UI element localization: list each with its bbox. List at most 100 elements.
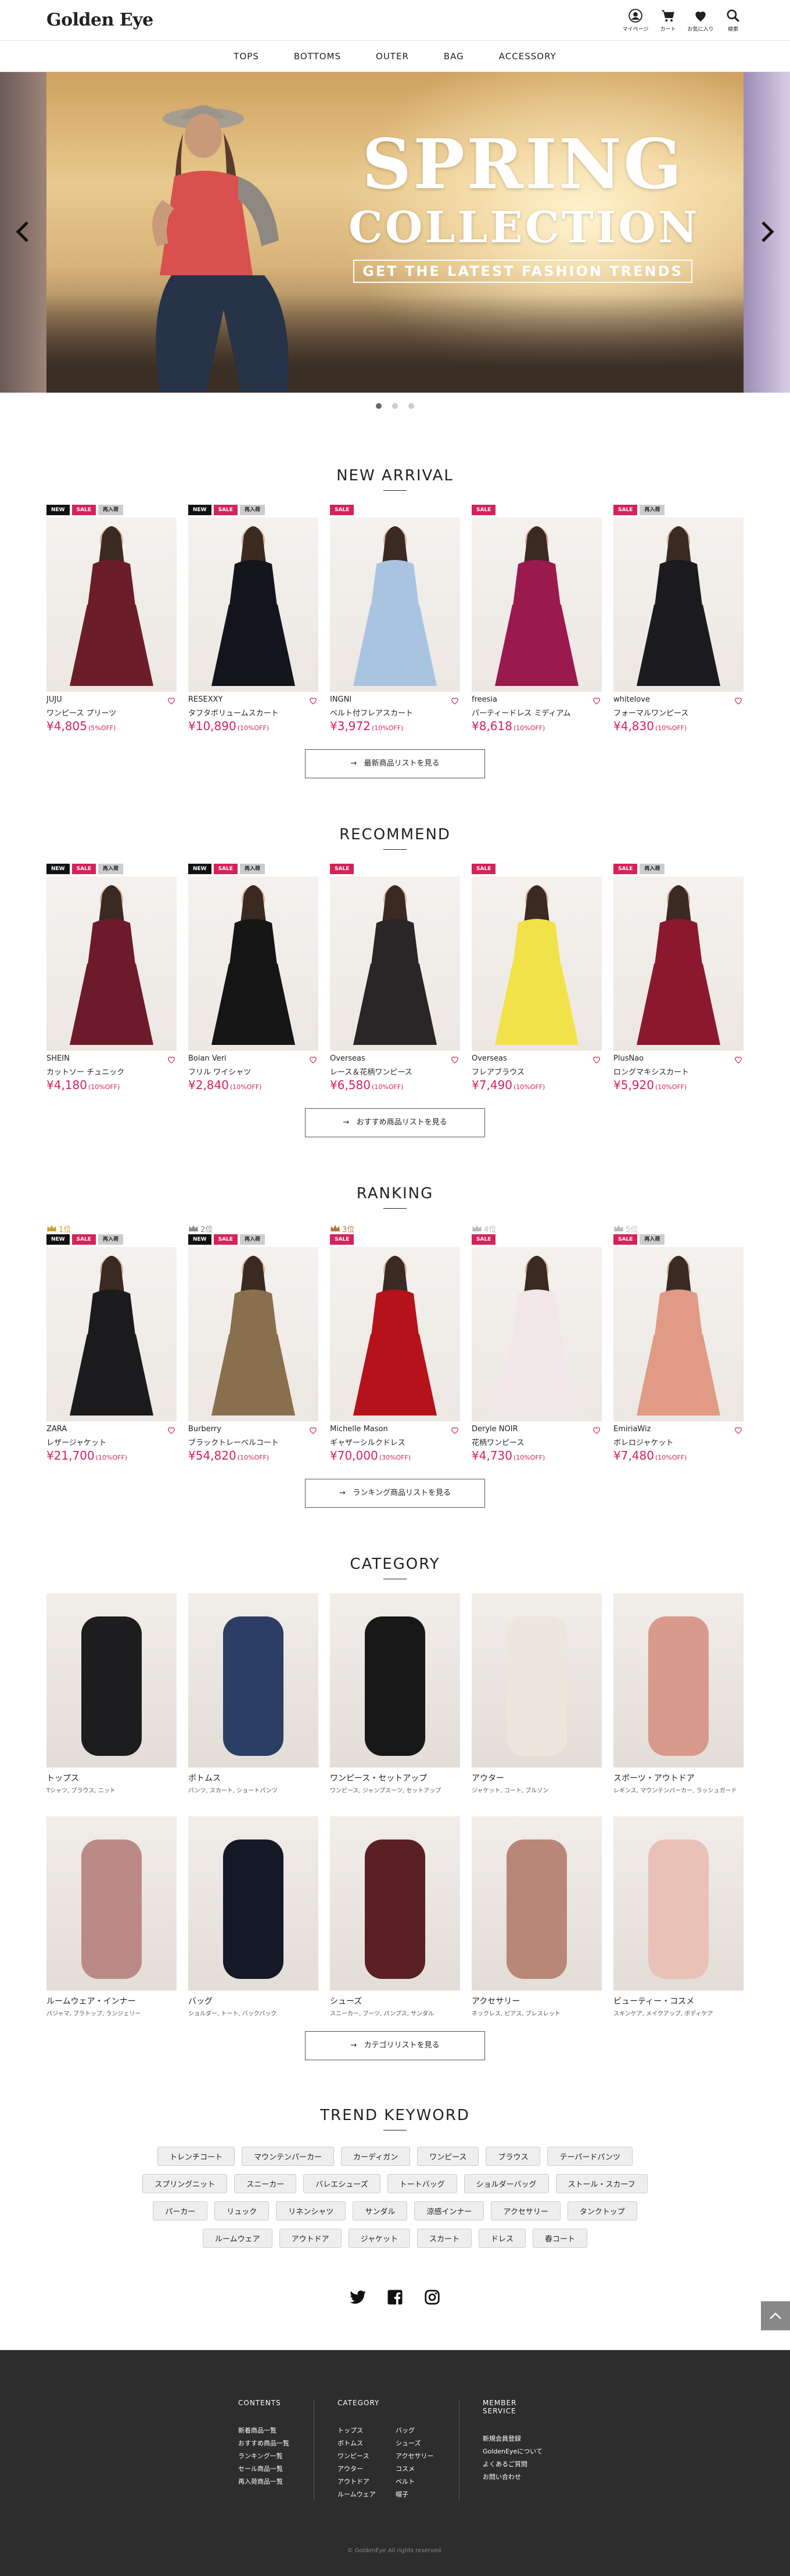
- favorite-heart-icon[interactable]: [591, 1425, 602, 1435]
- category-card[interactable]: ビューティー・コスメ スキンケア, メイクアップ, ボディケア: [613, 1816, 744, 2017]
- product-card[interactable]: NEW SALE 再入荷 SHEIN カットソー チュニック ¥4,180 (10%OFF): [46, 864, 177, 1092]
- keyword-tag[interactable]: スカート: [416, 2229, 472, 2248]
- product-card[interactable]: NEW SALE 再入荷 JUJU ワンピース プリーツ ¥4,805 (5%OFF): [46, 505, 177, 733]
- keyword-tag[interactable]: タンクトップ: [567, 2201, 637, 2221]
- carousel-dot[interactable]: [392, 403, 398, 409]
- favorite-heart-icon[interactable]: [308, 1425, 318, 1435]
- more-recommend-button[interactable]: → おすすめ商品リストを見る: [305, 1108, 485, 1137]
- category-image[interactable]: [472, 1593, 602, 1767]
- keyword-tag[interactable]: 涼感インナー: [414, 2201, 484, 2221]
- product-card[interactable]: SALE Overseas フレアブラウス ¥7,490 (10%OFF): [472, 864, 602, 1092]
- facebook-icon[interactable]: [386, 2288, 404, 2306]
- category-image[interactable]: [330, 1816, 460, 1991]
- keyword-tag[interactable]: アクセサリー: [491, 2201, 561, 2221]
- footer-link[interactable]: アウトドア: [337, 2476, 396, 2488]
- footer-link[interactable]: 新規会員登録: [483, 2433, 552, 2445]
- footer-link[interactable]: 新着商品一覧: [238, 2424, 290, 2437]
- footer-link[interactable]: お問い合わせ: [483, 2471, 552, 2484]
- keyword-tag[interactable]: マウンテンパーカー: [242, 2147, 335, 2166]
- mypage-button[interactable]: マイページ: [623, 8, 648, 33]
- favorite-heart-icon[interactable]: [308, 695, 318, 706]
- product-card[interactable]: 1位 NEW SALE 再入荷 ZARA レザージャケット ¥21,700 (10%OFF): [46, 1223, 177, 1463]
- back-to-top-button[interactable]: [761, 2301, 790, 2330]
- product-image[interactable]: [472, 876, 602, 1051]
- category-card[interactable]: ワンピース・セットアップ ワンピース, ジャンプスーツ, セットアップ: [330, 1593, 460, 1794]
- category-image[interactable]: [188, 1816, 318, 1991]
- keyword-tag[interactable]: スプリングニット: [142, 2174, 228, 2193]
- product-image[interactable]: [188, 1247, 318, 1421]
- footer-link[interactable]: ルームウェア: [337, 2488, 396, 2501]
- keyword-tag[interactable]: 春コート: [533, 2229, 588, 2248]
- cart-button[interactable]: カート: [658, 8, 678, 33]
- footer-link[interactable]: トップス: [337, 2424, 396, 2437]
- product-card[interactable]: 2位 NEW SALE 再入荷 Burberry ブラックトレーベルコート ¥54,820(…: [188, 1223, 318, 1463]
- product-card[interactable]: SALE Overseas レース＆花柄ワンピース ¥6,580 (10%OFF): [330, 864, 460, 1092]
- favorite-heart-icon[interactable]: [166, 1054, 177, 1065]
- favorite-heart-icon[interactable]: [166, 1425, 177, 1435]
- keyword-tag[interactable]: リュック: [214, 2201, 270, 2221]
- footer-link[interactable]: ベルト: [396, 2476, 454, 2488]
- product-image[interactable]: [188, 876, 318, 1051]
- carousel-dot[interactable]: [408, 403, 414, 409]
- category-card[interactable]: バッグ ショルダー, トート, バックパック: [188, 1816, 318, 2017]
- category-image[interactable]: [188, 1593, 318, 1767]
- keyword-tag[interactable]: ワンピース: [417, 2147, 479, 2166]
- footer-link[interactable]: アウター: [337, 2463, 396, 2476]
- favorite-heart-icon[interactable]: [450, 695, 460, 706]
- more-new-arrival-button[interactable]: → 最新商品リストを見る: [305, 749, 485, 778]
- carousel-prev-button[interactable]: [9, 217, 38, 246]
- product-image[interactable]: [472, 518, 602, 692]
- footer-link[interactable]: セール商品一覧: [238, 2463, 290, 2476]
- keyword-tag[interactable]: トートバッグ: [387, 2174, 457, 2193]
- site-logo[interactable]: Golden Eye: [46, 10, 153, 30]
- product-image[interactable]: [46, 518, 177, 692]
- product-image[interactable]: [613, 518, 744, 692]
- footer-link[interactable]: ランキング一覧: [238, 2450, 290, 2463]
- nav-bag[interactable]: BAG: [444, 51, 464, 62]
- product-card[interactable]: 5位 SALE 再入荷 EmiriaWiz ボレロジャケット ¥7,480 (10%OFF): [613, 1223, 744, 1463]
- favorite-heart-icon[interactable]: [591, 1054, 602, 1065]
- product-card[interactable]: SALE freesia パーティードレス ミディアム ¥8,618 (10%OFF): [472, 505, 602, 733]
- product-card[interactable]: 4位 SALE Deryle NOIR 花柄ワンピース ¥4,730 (10%OFF): [472, 1223, 602, 1463]
- category-image[interactable]: [613, 1816, 744, 1991]
- favorites-button[interactable]: お気に入り: [688, 8, 714, 33]
- keyword-tag[interactable]: カーディガン: [341, 2147, 411, 2166]
- nav-tops[interactable]: TOPS: [234, 51, 259, 62]
- category-card[interactable]: アウター ジャケット, コート, ブルゾン: [472, 1593, 602, 1794]
- keyword-tag[interactable]: ドレス: [478, 2229, 526, 2248]
- favorite-heart-icon[interactable]: [450, 1425, 460, 1435]
- product-card[interactable]: 3位 SALE Michelle Mason ギャザーシルクドレス ¥70,000 (30…: [330, 1223, 460, 1463]
- favorite-heart-icon[interactable]: [733, 1425, 744, 1435]
- favorite-heart-icon[interactable]: [450, 1054, 460, 1065]
- category-card[interactable]: シューズ スニーカー, ブーツ, パンプス, サンダル: [330, 1816, 460, 2017]
- keyword-tag[interactable]: ショルダーバッグ: [464, 2174, 549, 2193]
- keyword-tag[interactable]: アウトドア: [279, 2229, 342, 2248]
- favorite-heart-icon[interactable]: [166, 695, 177, 706]
- product-image[interactable]: [188, 518, 318, 692]
- product-image[interactable]: [613, 1247, 744, 1421]
- footer-link[interactable]: 帽子: [396, 2488, 454, 2501]
- favorite-heart-icon[interactable]: [591, 695, 602, 706]
- keyword-tag[interactable]: ルームウェア: [202, 2229, 272, 2248]
- nav-outer[interactable]: OUTER: [376, 51, 409, 62]
- footer-link[interactable]: バッグ: [396, 2424, 454, 2437]
- product-card[interactable]: SALE INGNI ベルト付フレアスカート ¥3,972 (10%OFF): [330, 505, 460, 733]
- category-image[interactable]: [613, 1593, 744, 1767]
- footer-link[interactable]: 再入荷商品一覧: [238, 2476, 290, 2488]
- hero-carousel[interactable]: SPRING COLLECTION GET THE LATEST FASHION…: [0, 72, 790, 393]
- favorite-heart-icon[interactable]: [308, 1054, 318, 1065]
- product-card[interactable]: NEW SALE 再入荷 RESEXXY タフタボリュームスカート ¥10,890 (10%…: [188, 505, 318, 733]
- footer-link[interactable]: ワンピース: [337, 2450, 396, 2463]
- category-card[interactable]: アクセサリー ネックレス, ピアス, ブレスレット: [472, 1816, 602, 2017]
- category-image[interactable]: [472, 1816, 602, 1991]
- footer-link[interactable]: ボトムス: [337, 2437, 396, 2450]
- keyword-tag[interactable]: ジャケット: [348, 2229, 410, 2248]
- category-image[interactable]: [330, 1593, 460, 1767]
- keyword-tag[interactable]: ストール・スカーフ: [555, 2174, 648, 2193]
- product-card[interactable]: SALE 再入荷 whitelove フォーマルワンピース ¥4,830 (10%OFF): [613, 505, 744, 733]
- category-card[interactable]: ルームウェア・インナー パジャマ, ブラトップ, ランジェリー: [46, 1816, 177, 2017]
- more-ranking-button[interactable]: → ランキング商品リストを見る: [305, 1479, 485, 1508]
- category-image[interactable]: [46, 1593, 177, 1767]
- product-image[interactable]: [46, 1247, 177, 1421]
- keyword-tag[interactable]: テーパードパンツ: [547, 2147, 633, 2166]
